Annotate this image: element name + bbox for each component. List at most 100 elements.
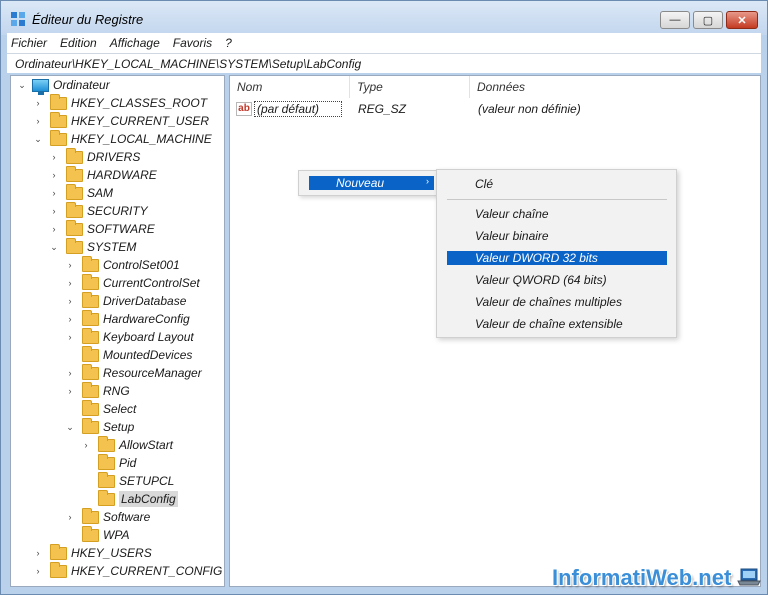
expand-chevron-icon[interactable]: ›: [64, 296, 76, 306]
collapse-chevron-icon[interactable]: ⌄: [64, 422, 76, 433]
minimize-button[interactable]: —: [660, 11, 690, 29]
folder-icon: [50, 543, 67, 560]
tree-item-setup[interactable]: ⌄ Setup: [64, 417, 135, 436]
menu-edition[interactable]: Edition: [60, 36, 97, 50]
tree-item-hkey-current-config[interactable]: › HKEY_CURRENT_CONFIG: [32, 561, 223, 580]
tree-item-driverdatabase[interactable]: › DriverDatabase: [64, 291, 186, 310]
folder-icon: [66, 237, 83, 254]
expand-chevron-icon[interactable]: ›: [32, 98, 44, 108]
address-path: Ordinateur\HKEY_LOCAL_MACHINE\SYSTEM\Set…: [15, 56, 362, 71]
tree-item-label: HKEY_CURRENT_USER: [71, 114, 210, 128]
tree-item-software[interactable]: › SOFTWARE: [48, 219, 155, 238]
expand-chevron-icon[interactable]: ›: [48, 224, 60, 234]
string-value-icon: ab: [236, 102, 252, 116]
tree-item-setupcl[interactable]: SETUPCL: [80, 471, 174, 490]
expand-chevron-icon[interactable]: ›: [80, 440, 92, 450]
address-bar[interactable]: Ordinateur\HKEY_LOCAL_MACHINE\SYSTEM\Set…: [7, 53, 761, 73]
tree-item-label: Select: [103, 402, 137, 416]
menu-favoris[interactable]: Favoris: [173, 36, 212, 50]
expand-chevron-icon[interactable]: ›: [48, 188, 60, 198]
tree-item-wpa[interactable]: WPA: [64, 525, 129, 544]
menu-help[interactable]: ?: [225, 36, 232, 50]
submenu-item-valeur-qword[interactable]: Valeur QWORD (64 bits): [447, 273, 667, 287]
tree-item-system[interactable]: ⌄ SYSTEM: [48, 237, 137, 256]
submenu-item-valeur-binaire[interactable]: Valeur binaire: [447, 229, 667, 243]
tree-item-allowstart[interactable]: › AllowStart: [80, 435, 173, 454]
submenu-item-chaines-multiples[interactable]: Valeur de chaînes multiples: [447, 295, 667, 309]
tree-item-label: Setup: [103, 420, 135, 434]
expand-chevron-icon[interactable]: ›: [64, 332, 76, 342]
submenu-item-valeur-dword[interactable]: Valeur DWORD 32 bits: [447, 251, 667, 265]
tree-item-rng[interactable]: › RNG: [64, 381, 130, 400]
tree-item-label: Pid: [119, 456, 137, 470]
tree-item-controlset001[interactable]: › ControlSet001: [64, 255, 180, 274]
tree-item-currentcontrolset[interactable]: › CurrentControlSet: [64, 273, 200, 292]
expand-chevron-icon[interactable]: ›: [48, 206, 60, 216]
submenu-item-chaine-extensible[interactable]: Valeur de chaîne extensible: [447, 317, 667, 331]
tree-item-label: ResourceManager: [103, 366, 202, 380]
tree-item-select[interactable]: Select: [64, 399, 137, 418]
collapse-chevron-icon[interactable]: ⌄: [48, 242, 60, 253]
new-submenu: Clé Valeur chaîne Valeur binaire Valeur …: [436, 169, 677, 338]
title-bar[interactable]: Éditeur du Registre — ▢ ✕: [1, 1, 767, 35]
value-data: (valeur non définie): [478, 102, 581, 116]
folder-icon: [82, 291, 99, 308]
collapse-chevron-icon[interactable]: ⌄: [16, 80, 28, 91]
menu-item-label: Valeur chaîne: [475, 207, 549, 221]
expand-chevron-icon[interactable]: ›: [64, 278, 76, 288]
expand-chevron-icon[interactable]: ›: [48, 152, 60, 162]
tree-item-keyboard-layout[interactable]: › Keyboard Layout: [64, 327, 194, 346]
tree-item-sam[interactable]: › SAM: [48, 183, 113, 202]
expand-chevron-icon[interactable]: ›: [48, 170, 60, 180]
submenu-item-cle[interactable]: Clé: [447, 177, 667, 191]
tree-item-labconfig[interactable]: LabConfig: [80, 489, 178, 508]
column-header-type[interactable]: Type: [350, 76, 470, 98]
tree-item-label: SOFTWARE: [87, 222, 155, 236]
context-menu-nouveau[interactable]: Nouveau ›: [309, 176, 434, 190]
menu-affichage[interactable]: Affichage: [110, 36, 160, 50]
menu-bar: Fichier Edition Affichage Favoris ?: [7, 33, 761, 53]
expand-chevron-icon[interactable]: ›: [64, 512, 76, 522]
tree-item-hardware[interactable]: › HARDWARE: [48, 165, 157, 184]
tree-item-resourcemanager[interactable]: › ResourceManager: [64, 363, 202, 382]
expand-chevron-icon[interactable]: ›: [64, 368, 76, 378]
column-header-donnees[interactable]: Données: [470, 76, 760, 98]
folder-icon: [66, 165, 83, 182]
tree-item-label: Software: [103, 510, 151, 524]
tree-item-label: Ordinateur: [53, 78, 110, 92]
tree-item-label: HKEY_CURRENT_CONFIG: [71, 564, 223, 578]
tree-item-label: SYSTEM: [87, 240, 137, 254]
expand-chevron-icon[interactable]: ›: [64, 314, 76, 324]
tree-item-software-setup[interactable]: › Software: [64, 507, 151, 526]
submenu-arrow-icon: ›: [426, 176, 429, 186]
folder-icon: [82, 417, 99, 434]
tree-item-label-selected: LabConfig: [119, 491, 178, 507]
column-header-nom[interactable]: Nom: [230, 76, 350, 98]
maximize-button[interactable]: ▢: [693, 11, 723, 29]
folder-icon: [50, 129, 67, 146]
tree-item-hardwareconfig[interactable]: › HardwareConfig: [64, 309, 190, 328]
folder-icon: [82, 525, 99, 542]
expand-chevron-icon[interactable]: ›: [32, 566, 44, 576]
tree-root-ordinateur[interactable]: ⌄ Ordinateur: [16, 76, 110, 95]
expand-chevron-icon[interactable]: ›: [32, 548, 44, 558]
tree-item-mounteddevices[interactable]: MountedDevices: [64, 345, 192, 364]
value-row[interactable]: ab (par défaut) REG_SZ (valeur non défin…: [234, 100, 754, 118]
collapse-chevron-icon[interactable]: ⌄: [32, 134, 44, 145]
tree-item-pid[interactable]: Pid: [80, 453, 137, 472]
tree-item-hkey-local-machine[interactable]: ⌄ HKEY_LOCAL_MACHINE: [32, 129, 212, 148]
tree-item-hkey-classes-root[interactable]: › HKEY_CLASSES_ROOT: [32, 93, 208, 112]
close-button[interactable]: ✕: [726, 11, 758, 29]
submenu-item-valeur-chaine[interactable]: Valeur chaîne: [447, 207, 667, 221]
tree-item-label: DRIVERS: [87, 150, 141, 164]
tree-item-hkey-current-user[interactable]: › HKEY_CURRENT_USER: [32, 111, 210, 130]
expand-chevron-icon[interactable]: ›: [64, 386, 76, 396]
tree-item-label: HKEY_CLASSES_ROOT: [71, 96, 208, 110]
tree-item-drivers[interactable]: › DRIVERS: [48, 147, 141, 166]
menu-item-label: Nouveau: [336, 176, 385, 190]
tree-item-security[interactable]: › SECURITY: [48, 201, 148, 220]
expand-chevron-icon[interactable]: ›: [64, 260, 76, 270]
menu-fichier[interactable]: Fichier: [11, 36, 47, 50]
expand-chevron-icon[interactable]: ›: [32, 116, 44, 126]
tree-item-hkey-users[interactable]: › HKEY_USERS: [32, 543, 152, 562]
